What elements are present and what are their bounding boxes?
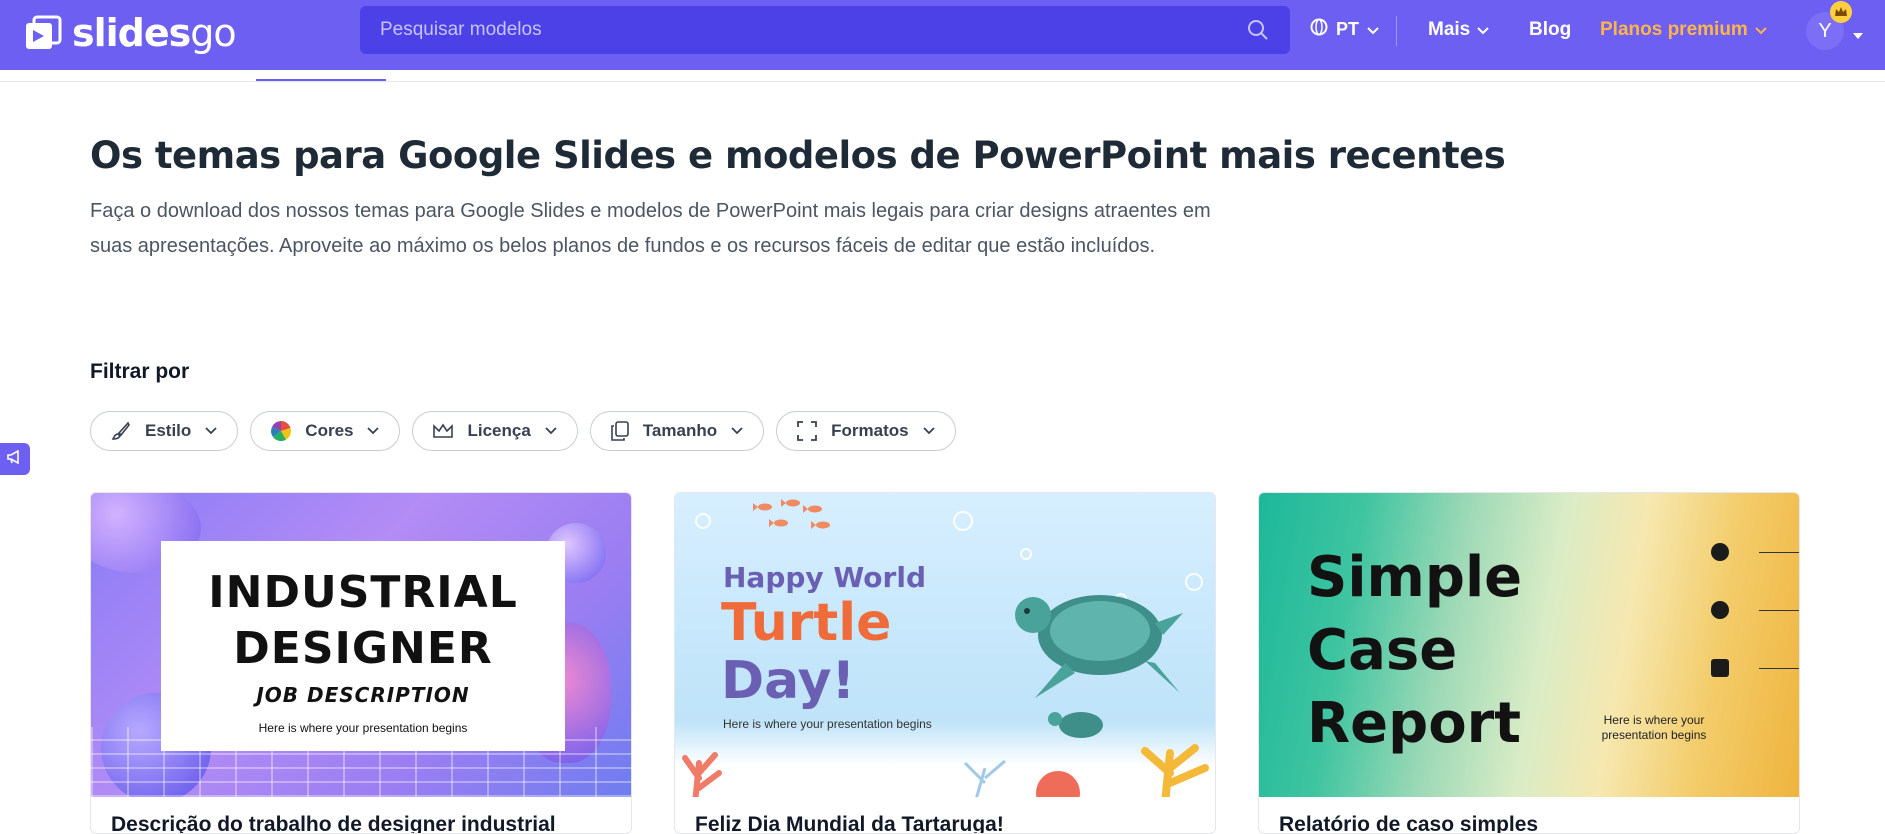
thumb-heading-line: INDUSTRIAL	[208, 567, 518, 618]
thumb-caption: Here is where your presentation begins	[723, 717, 932, 731]
megaphone-icon	[7, 449, 23, 469]
chevron-down-icon	[1755, 19, 1767, 41]
template-title[interactable]: Relatório de caso simples	[1279, 813, 1538, 833]
filter-formats[interactable]: Formatos	[776, 411, 956, 451]
nav-blog[interactable]: Blog	[1529, 19, 1571, 41]
bubble-decor	[695, 513, 711, 529]
filter-license[interactable]: Licença	[412, 411, 578, 451]
filter-bar: Estilo Cores Licença Tamanho Formatos	[90, 411, 956, 451]
template-thumbnail[interactable]: Happy World Turtle Day! Here is where yo…	[675, 493, 1215, 797]
chevron-down-icon	[1367, 19, 1379, 40]
coral-reef-decor	[682, 744, 1215, 797]
language-selector[interactable]: PT	[1310, 18, 1379, 41]
nav-premium-label: Planos premium	[1600, 19, 1748, 40]
filter-colors[interactable]: Cores	[250, 411, 401, 451]
bubble-decor	[1185, 573, 1203, 591]
thumb-subheading: JOB DESCRIPTION	[256, 683, 470, 707]
feedback-tab[interactable]	[0, 443, 30, 475]
bubble-decor	[953, 511, 973, 531]
nav-divider	[1396, 16, 1397, 46]
chevron-down-icon	[922, 427, 935, 435]
globe-icon	[1310, 18, 1328, 41]
active-tab-indicator	[256, 79, 386, 81]
search-icon[interactable]	[1246, 18, 1270, 42]
filter-size-label: Tamanho	[642, 421, 718, 440]
avatar-initial: Y	[1818, 19, 1832, 42]
search-input[interactable]: Pesquisar modelos	[380, 19, 1246, 41]
divider-line	[1759, 668, 1799, 669]
filter-heading: Filtrar por	[90, 360, 190, 383]
chevron-down-icon	[205, 427, 217, 435]
thumb-heading-line: Turtle	[721, 593, 892, 653]
chevron-down-icon	[731, 427, 743, 435]
frame-icon	[797, 421, 818, 441]
template-card[interactable]: INDUSTRIAL DESIGNER JOB DESCRIPTION Here…	[90, 492, 632, 834]
sea-turtle-illustration	[1015, 595, 1183, 698]
brush-icon	[111, 421, 131, 441]
caret-down-icon[interactable]	[1853, 26, 1863, 44]
template-title[interactable]: Descrição do trabalho de designer indust…	[111, 813, 556, 833]
page-title: Os temas para Google Slides e modelos de…	[90, 134, 1506, 177]
thumb-caption: Here is where your presentation begins	[1601, 713, 1707, 742]
thumb-heading-line: Day!	[721, 651, 856, 711]
crown-icon	[1830, 1, 1852, 23]
head-gear-icon	[1711, 601, 1729, 619]
template-card[interactable]: Simple Case Report Here is where your pr…	[1258, 492, 1800, 834]
filter-style[interactable]: Estilo	[90, 411, 239, 451]
nav-blog-label: Blog	[1529, 19, 1572, 40]
divider-line	[1759, 552, 1799, 553]
color-wheel-icon	[271, 421, 292, 441]
template-title[interactable]: Feliz Dia Mundial da Tartaruga!	[695, 813, 1004, 833]
slidesgo-logo-icon	[24, 13, 64, 53]
fish-school-decor	[753, 499, 830, 529]
thumb-heading-line: Happy World	[723, 561, 926, 594]
thumb-heading-line: Report	[1307, 691, 1522, 756]
crown-icon	[433, 423, 454, 439]
nav-premium-plans[interactable]: Planos premium	[1600, 19, 1767, 41]
filter-license-label: Licença	[467, 421, 531, 440]
page-description: Faça o download dos nossos temas para Go…	[90, 200, 1211, 257]
template-thumbnail[interactable]: Simple Case Report Here is where your pr…	[1259, 493, 1799, 797]
filter-colors-label: Cores	[305, 421, 354, 440]
divider-line	[1759, 610, 1799, 611]
bubble-decor	[1020, 548, 1032, 560]
copy-icon	[610, 421, 629, 441]
thumb-heading: Simple Case Report	[1307, 541, 1522, 760]
template-thumbnail[interactable]: INDUSTRIAL DESIGNER JOB DESCRIPTION Here…	[91, 493, 631, 797]
filter-formats-label: Formatos	[831, 421, 909, 440]
top-navigation-bar: slidesgo Pesquisar modelos PT Mais Blog …	[0, 0, 1885, 70]
thumb-heading-line: DESIGNER	[233, 623, 493, 674]
thumb-caption: Here is where your presentation begins	[258, 721, 468, 735]
search-bar[interactable]: Pesquisar modelos	[360, 6, 1290, 54]
team-icon	[1711, 659, 1729, 677]
logo-wordmark: slidesgo	[72, 11, 237, 55]
target-icon	[1711, 543, 1729, 561]
slidesgo-logo[interactable]: slidesgo	[24, 11, 237, 55]
slide-frame: INDUSTRIAL DESIGNER JOB DESCRIPTION Here…	[161, 541, 565, 751]
filter-size[interactable]: Tamanho	[589, 411, 765, 451]
language-label: PT	[1336, 19, 1360, 39]
thumb-heading-line: Simple	[1307, 545, 1523, 610]
nav-more[interactable]: Mais	[1428, 19, 1489, 41]
small-turtle-illustration	[1048, 712, 1103, 738]
chevron-down-icon	[367, 427, 380, 435]
chevron-down-icon	[1477, 19, 1489, 41]
thumb-heading-line: Case	[1307, 618, 1458, 683]
template-card[interactable]: Happy World Turtle Day! Here is where yo…	[674, 492, 1216, 834]
chevron-down-icon	[545, 427, 557, 435]
filter-style-label: Estilo	[145, 421, 192, 440]
nav-more-label: Mais	[1428, 19, 1471, 40]
